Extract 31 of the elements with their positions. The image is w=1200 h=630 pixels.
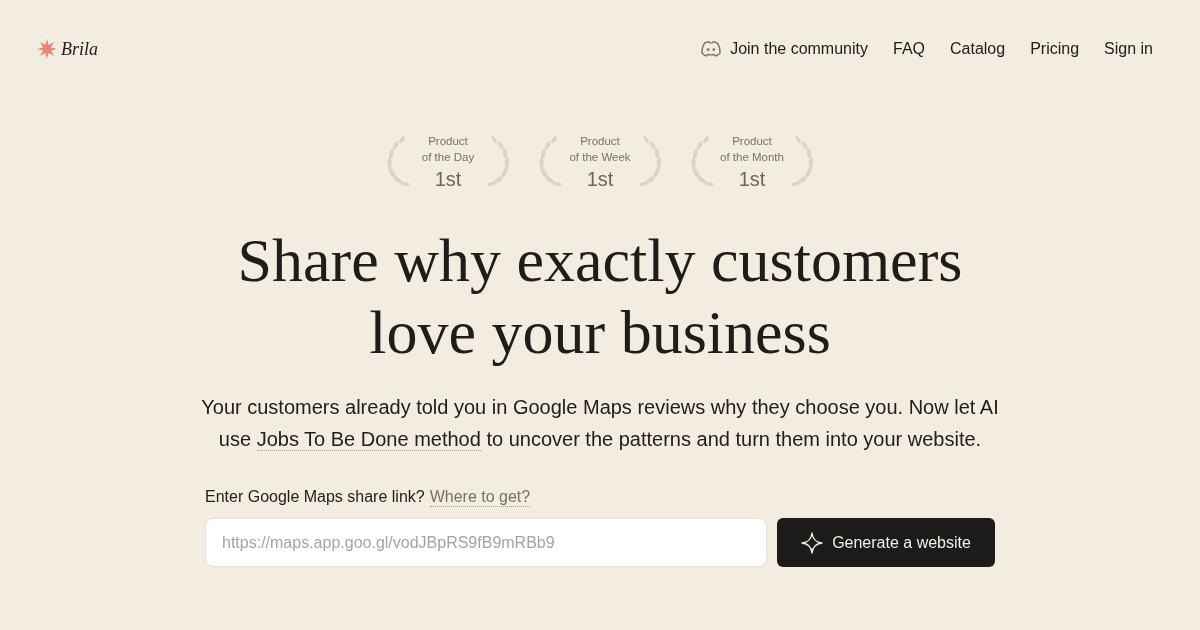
nav-link[interactable]: Sign in bbox=[1104, 40, 1153, 58]
laurel-icon bbox=[689, 135, 713, 189]
logo-text[interactable]: Brila bbox=[61, 38, 98, 60]
laurel-icon bbox=[537, 135, 561, 189]
generate-button[interactable]: Generate a website bbox=[777, 518, 995, 567]
headline: Share why exactly customers love your business bbox=[236, 225, 964, 368]
help-link[interactable]: Where to get? bbox=[429, 488, 531, 507]
award-title: Product bbox=[428, 134, 468, 149]
nav-link[interactable]: FAQ bbox=[893, 40, 925, 58]
award-period: of the Month bbox=[720, 150, 784, 165]
nav-link[interactable]: Pricing bbox=[1030, 40, 1080, 58]
award-period: of the Week bbox=[569, 150, 631, 165]
nav-link[interactable]: Catalog bbox=[950, 40, 1006, 58]
award-title: Product bbox=[732, 134, 772, 149]
discord-icon bbox=[701, 41, 722, 57]
link-input-field[interactable]: https://maps.app.goo.gl/vodJBpRS9fB9mRBb9 bbox=[205, 518, 767, 567]
nav-link[interactable]: Join the community bbox=[701, 40, 868, 58]
subtitle: Your customers already told you in Google Maps reviews why they choose you. Now let AI use Jobs To Be Done method to uncover the patterns and turn them into your website. bbox=[200, 395, 1000, 453]
laurel-icon bbox=[487, 135, 511, 189]
laurel-icon bbox=[639, 135, 663, 189]
award-rank: 1st bbox=[434, 167, 462, 191]
field-label: Enter Google Maps share link? bbox=[205, 488, 425, 506]
award-rank: 1st bbox=[738, 167, 766, 191]
award-period: of the Day bbox=[421, 150, 475, 165]
star-logo-icon bbox=[37, 39, 57, 59]
laurel-icon bbox=[385, 135, 409, 189]
award-rank: 1st bbox=[586, 167, 614, 191]
award-title: Product bbox=[580, 134, 620, 149]
sparkle-icon bbox=[801, 531, 824, 554]
method-link[interactable]: Jobs To Be Done method bbox=[256, 428, 481, 451]
laurel-icon bbox=[791, 135, 815, 189]
